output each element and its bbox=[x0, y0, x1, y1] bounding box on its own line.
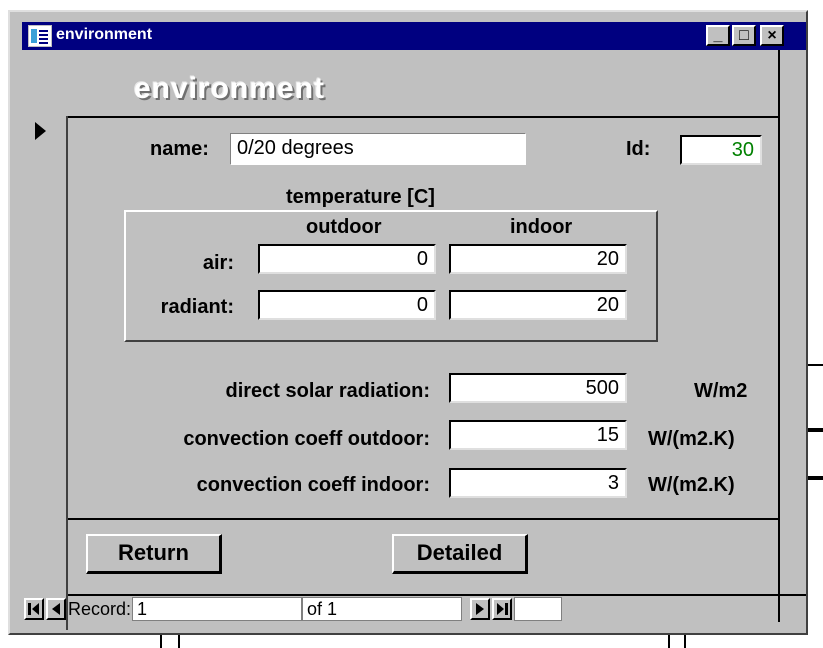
previous-record-icon[interactable] bbox=[46, 598, 66, 620]
minimize-icon[interactable]: _ bbox=[706, 25, 730, 46]
footer-divider bbox=[66, 518, 780, 520]
record-count: of 1 bbox=[302, 597, 462, 621]
close-icon[interactable]: × bbox=[760, 25, 784, 46]
access-form-icon[interactable] bbox=[28, 25, 52, 47]
record-selector[interactable] bbox=[22, 116, 68, 630]
background-line bbox=[808, 428, 823, 432]
id-label: Id: bbox=[626, 138, 651, 160]
indoor-column-header: indoor bbox=[510, 216, 573, 238]
total-records: 1 bbox=[327, 599, 338, 619]
convection-indoor-field[interactable]: 3 bbox=[449, 468, 627, 498]
maximize-icon[interactable]: □ bbox=[732, 25, 756, 46]
current-record-icon bbox=[35, 122, 46, 140]
convection-outdoor-field[interactable]: 15 bbox=[449, 420, 627, 450]
convection-indoor-unit: W/(m2.K) bbox=[648, 474, 735, 496]
convection-outdoor-label: convection coeff outdoor: bbox=[183, 428, 430, 450]
of-label: of bbox=[307, 599, 323, 619]
temperature-group bbox=[124, 210, 658, 342]
id-field[interactable]: 30 bbox=[680, 135, 762, 165]
horizontal-scrollbar[interactable] bbox=[514, 597, 562, 621]
record-label: Record: bbox=[68, 599, 132, 619]
background-line bbox=[808, 476, 823, 480]
form-right-border bbox=[778, 50, 780, 622]
solar-radiation-field[interactable]: 500 bbox=[449, 373, 627, 403]
next-record-icon[interactable] bbox=[470, 598, 490, 620]
title-bar[interactable]: environment _ □ × bbox=[22, 22, 806, 50]
air-outdoor-field[interactable]: 0 bbox=[258, 244, 436, 274]
solar-radiation-unit: W/m2 bbox=[694, 380, 748, 402]
last-record-icon[interactable] bbox=[492, 598, 512, 620]
outdoor-column-header: outdoor bbox=[306, 216, 382, 238]
temperature-label: temperature [C] bbox=[286, 186, 435, 208]
record-number-field[interactable]: 1 bbox=[132, 597, 302, 621]
convection-indoor-label: convection coeff indoor: bbox=[196, 474, 430, 496]
return-button[interactable]: Return bbox=[86, 534, 222, 574]
radiant-label: radiant: bbox=[160, 296, 234, 318]
header-divider bbox=[22, 116, 780, 118]
air-label: air: bbox=[202, 252, 234, 274]
name-field[interactable]: 0/20 degrees bbox=[230, 133, 526, 165]
background-line bbox=[178, 635, 180, 648]
background-line bbox=[160, 635, 162, 648]
first-record-icon[interactable] bbox=[24, 598, 44, 620]
record-navigation-bar: Record: 1 of 1 bbox=[22, 596, 806, 622]
solar-radiation-label: direct solar radiation: bbox=[225, 380, 431, 402]
form-heading: environment bbox=[134, 72, 326, 105]
radiant-outdoor-field[interactable]: 0 bbox=[258, 290, 436, 320]
air-indoor-field[interactable]: 20 bbox=[449, 244, 627, 274]
background-line bbox=[808, 364, 823, 366]
background-line bbox=[684, 635, 686, 648]
convection-outdoor-unit: W/(m2.K) bbox=[648, 428, 735, 450]
window-title: environment bbox=[56, 26, 153, 43]
detailed-button[interactable]: Detailed bbox=[392, 534, 528, 574]
background-line bbox=[668, 635, 670, 648]
name-label: name: bbox=[150, 138, 209, 160]
radiant-indoor-field[interactable]: 20 bbox=[449, 290, 627, 320]
